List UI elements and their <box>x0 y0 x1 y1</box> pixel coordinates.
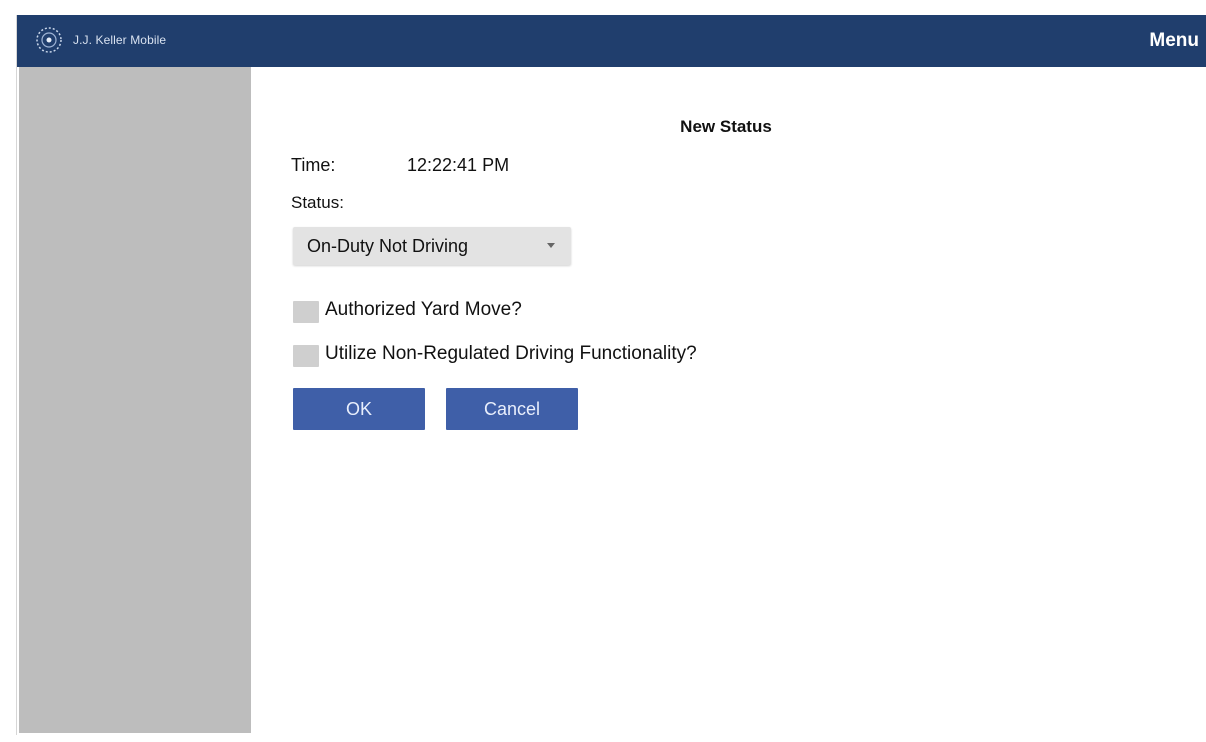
time-value: 12:22:41 PM <box>407 155 510 175</box>
status-selected-value: On-Duty Not Driving <box>307 236 469 256</box>
top-bar: J.J. Keller Mobile Menu <box>17 15 1206 67</box>
menu-button[interactable]: Menu <box>1149 30 1199 52</box>
chevron-down-icon <box>547 243 555 248</box>
time-label: Time: <box>291 155 336 175</box>
authorized-yard-move-checkbox[interactable] <box>293 301 319 323</box>
status-dropdown[interactable]: On-Duty Not Driving <box>293 227 571 265</box>
authorized-yard-move-label[interactable]: Authorized Yard Move? <box>325 299 522 321</box>
status-label: Status: <box>291 193 344 212</box>
sidebar <box>19 67 251 733</box>
cancel-button[interactable]: Cancel <box>446 388 578 430</box>
non-regulated-driving-checkbox[interactable] <box>293 345 319 367</box>
app-window: J.J. Keller Mobile Menu New Status Time:… <box>16 15 1206 735</box>
ok-button[interactable]: OK <box>293 388 425 430</box>
non-regulated-driving-label[interactable]: Utilize Non-Regulated Driving Functional… <box>325 343 697 365</box>
app-brand: J.J. Keller Mobile <box>73 33 167 47</box>
dialog-title: New Status <box>680 117 772 136</box>
globe-logo-icon <box>36 27 62 53</box>
status-dialog: New Status Time: 12:22:41 PM Status: On-… <box>251 67 1206 733</box>
